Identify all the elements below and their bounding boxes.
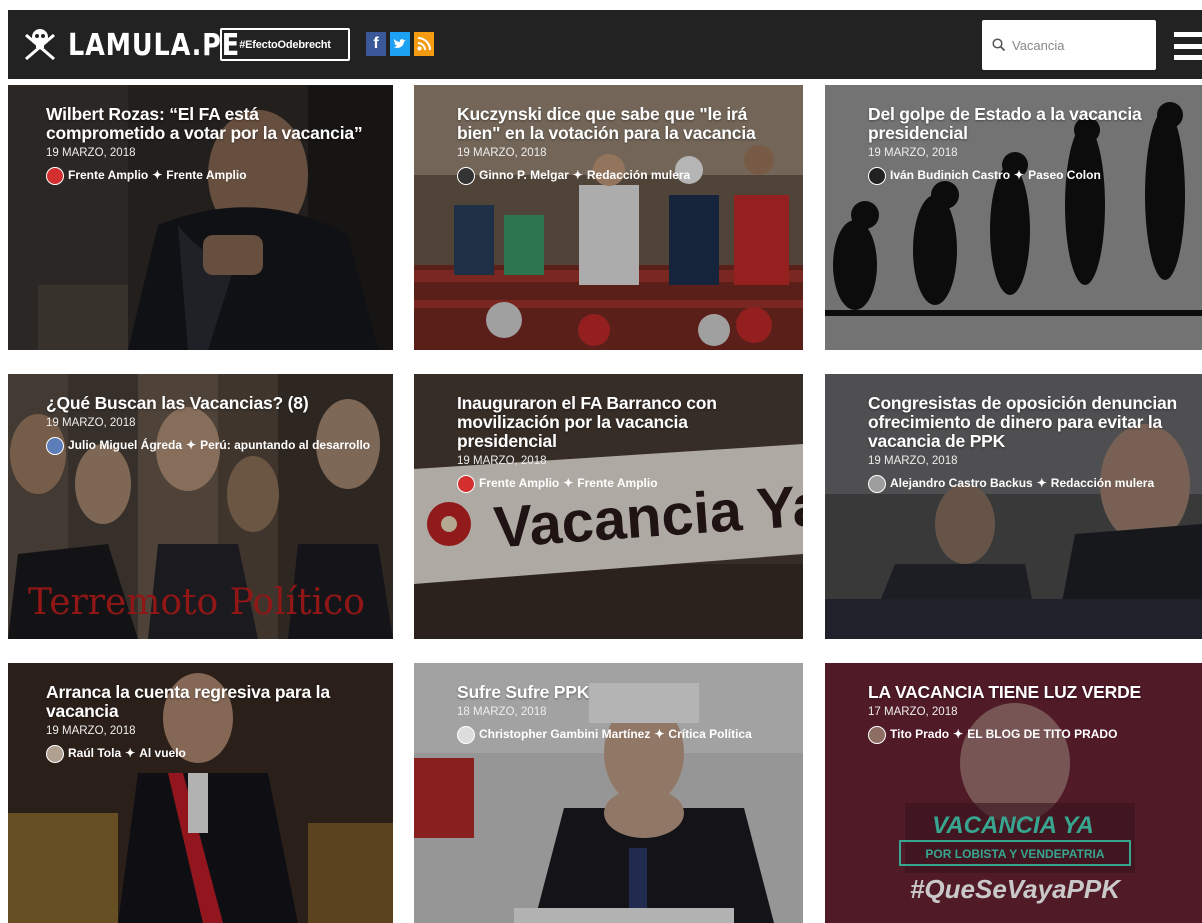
- skull-crossbones-icon: [25, 29, 55, 61]
- star-separator-icon: ✦: [1014, 168, 1025, 182]
- author-avatar[interactable]: [868, 166, 886, 185]
- card-content: Kuczynski dice que sabe que "le irá bien…: [457, 105, 789, 185]
- star-separator-icon: ✦: [152, 168, 163, 182]
- site-header: LAMULA.PE #EfectoOdebrecht f: [0, 0, 1202, 82]
- star-separator-icon: ✦: [1036, 476, 1047, 490]
- article-date: 18 MARZO, 2018: [457, 706, 547, 718]
- card-content: Congresistas de oposición denuncian ofre…: [868, 394, 1188, 493]
- card-content: Arranca la cuenta regresiva para la vaca…: [46, 683, 379, 763]
- menu-bar: [1174, 32, 1202, 37]
- article-meta: Tito Prado ✦ EL BLOG DE TITO PRADO: [868, 724, 1188, 744]
- hamburger-menu-button[interactable]: [1174, 32, 1202, 60]
- efecto-odebrecht-button[interactable]: #EfectoOdebrecht: [220, 28, 350, 61]
- social-links: f: [366, 32, 434, 56]
- article-title[interactable]: Del golpe de Estado a la vacancia presid…: [868, 105, 1188, 143]
- article-meta: Iván Budinich Castro ✦ Paseo Colon: [868, 165, 1188, 185]
- author-link[interactable]: Tito Prado: [890, 727, 949, 741]
- article-card[interactable]: Congresistas de oposición denuncian ofre…: [825, 374, 1202, 639]
- article-title[interactable]: Kuczynski dice que sabe que "le irá bien…: [457, 105, 789, 143]
- blog-link[interactable]: Al vuelo: [139, 746, 186, 760]
- article-date: 19 MARZO, 2018: [868, 455, 958, 467]
- article-meta: Julio Miguel Ágreda ✦ Perú: apuntando al d…: [8, 435, 379, 455]
- author-avatar[interactable]: [457, 725, 475, 744]
- article-date: 19 MARZO, 2018: [46, 147, 136, 159]
- search-input[interactable]: [1010, 36, 1144, 54]
- blog-link[interactable]: Frente Amplio: [577, 476, 657, 490]
- article-date: 19 MARZO, 2018: [868, 147, 958, 159]
- blog-link[interactable]: Crítica Política: [668, 727, 751, 741]
- article-date: 19 MARZO, 2018: [46, 417, 136, 429]
- star-separator-icon: ✦: [563, 476, 574, 490]
- star-separator-icon: ✦: [572, 168, 583, 182]
- article-title[interactable]: Sufre Sufre PPK: [457, 683, 789, 702]
- navbar: LAMULA.PE #EfectoOdebrecht f: [8, 10, 1202, 79]
- article-card[interactable]: Kuczynski dice que sabe que "le irá bien…: [414, 85, 803, 350]
- article-date: 19 MARZO, 2018: [46, 725, 136, 737]
- author-link[interactable]: Ginno P. Melgar: [479, 168, 569, 182]
- article-card[interactable]: VACANCIA YA POR LOBISTA Y VENDEPATRIA #Q…: [825, 663, 1202, 923]
- logo-text: LAMULA.PE: [68, 27, 240, 63]
- author-link[interactable]: Julio Miguel Ágreda: [68, 438, 182, 452]
- article-card[interactable]: Del golpe de Estado a la vacancia presid…: [825, 85, 1202, 350]
- menu-bar: [1174, 43, 1202, 49]
- article-title[interactable]: Wilbert Rozas: “El FA está comprometido …: [46, 105, 379, 143]
- twitter-icon[interactable]: [390, 32, 410, 56]
- author-avatar[interactable]: [868, 474, 886, 493]
- author-avatar[interactable]: [46, 436, 64, 455]
- article-meta: Ginno P. Melgar ✦ Redacción mulera: [457, 165, 789, 185]
- menu-bar: [1174, 55, 1202, 60]
- blog-link[interactable]: Perú: apuntando al desarrollo: [200, 438, 370, 452]
- article-meta: Raúl Tola ✦ Al vuelo: [46, 743, 379, 763]
- blog-link[interactable]: EL BLOG DE TITO PRADO: [967, 727, 1117, 741]
- card-content: LA VACANCIA TIENE LUZ VERDE 17 MARZO, 20…: [868, 683, 1188, 744]
- article-meta: Frente Amplio ✦ Frente Amplio: [46, 165, 379, 185]
- author-avatar[interactable]: [868, 725, 886, 744]
- article-card[interactable]: Terremoto Político ¿Qué Buscan las Vacan…: [8, 374, 393, 639]
- star-separator-icon: ✦: [953, 727, 964, 741]
- article-card[interactable]: Wilbert Rozas: “El FA está comprometido …: [8, 85, 393, 350]
- article-card[interactable]: Vacancia Ya Inauguraron el FA Barranco c…: [414, 374, 803, 639]
- author-link[interactable]: Raúl Tola: [68, 746, 121, 760]
- blog-link[interactable]: Redacción mulera: [587, 168, 690, 182]
- article-title[interactable]: ¿Qué Buscan las Vacancias? (8): [46, 394, 379, 413]
- blog-link[interactable]: Paseo Colon: [1028, 168, 1101, 182]
- article-date: 19 MARZO, 2018: [457, 455, 547, 467]
- author-avatar[interactable]: [457, 474, 475, 493]
- article-date: 19 MARZO, 2018: [457, 147, 547, 159]
- blog-link[interactable]: Redacción mulera: [1051, 476, 1154, 490]
- article-card[interactable]: Sufre Sufre PPK 18 MARZO, 2018 Christoph…: [414, 663, 803, 923]
- author-link[interactable]: Frente Amplio: [479, 476, 559, 490]
- search-box: [982, 20, 1156, 70]
- card-content: ¿Qué Buscan las Vacancias? (8) 19 MARZO,…: [46, 394, 379, 455]
- author-link[interactable]: Christopher Gambini Martínez: [479, 727, 650, 741]
- article-date: 17 MARZO, 2018: [868, 706, 958, 718]
- rss-icon[interactable]: [414, 32, 434, 56]
- star-separator-icon: ✦: [186, 438, 197, 452]
- facebook-icon[interactable]: f: [366, 32, 386, 56]
- card-content: Sufre Sufre PPK 18 MARZO, 2018 Christoph…: [457, 683, 789, 744]
- card-content: Del golpe de Estado a la vacancia presid…: [868, 105, 1188, 185]
- blog-link[interactable]: Frente Amplio: [166, 168, 246, 182]
- article-meta: Christopher Gambini Martínez ✦ Crítica Pol…: [457, 724, 789, 744]
- article-title[interactable]: Arranca la cuenta regresiva para la vaca…: [46, 683, 379, 721]
- search-icon: [992, 38, 1006, 52]
- article-meta: Frente Amplio ✦ Frente Amplio: [457, 473, 789, 493]
- author-link[interactable]: Frente Amplio: [68, 168, 148, 182]
- article-card[interactable]: Arranca la cuenta regresiva para la vaca…: [8, 663, 393, 923]
- author-avatar[interactable]: [46, 166, 64, 185]
- article-title[interactable]: LA VACANCIA TIENE LUZ VERDE: [868, 683, 1188, 702]
- author-link[interactable]: Alejandro Castro Backus: [890, 476, 1033, 490]
- article-title[interactable]: Inauguraron el FA Barranco con movilizac…: [457, 394, 789, 451]
- article-meta: Alejandro Castro Backus ✦ Redacción mulera: [868, 473, 1188, 493]
- article-title[interactable]: Congresistas de oposición denuncian ofre…: [868, 394, 1188, 451]
- author-avatar[interactable]: [457, 166, 475, 185]
- card-content: Inauguraron el FA Barranco con movilizac…: [457, 394, 789, 493]
- star-separator-icon: ✦: [654, 727, 665, 741]
- author-avatar[interactable]: [46, 744, 64, 763]
- card-content: Wilbert Rozas: “El FA está comprometido …: [46, 105, 379, 185]
- author-link[interactable]: Iván Budinich Castro: [890, 168, 1010, 182]
- star-separator-icon: ✦: [125, 746, 136, 760]
